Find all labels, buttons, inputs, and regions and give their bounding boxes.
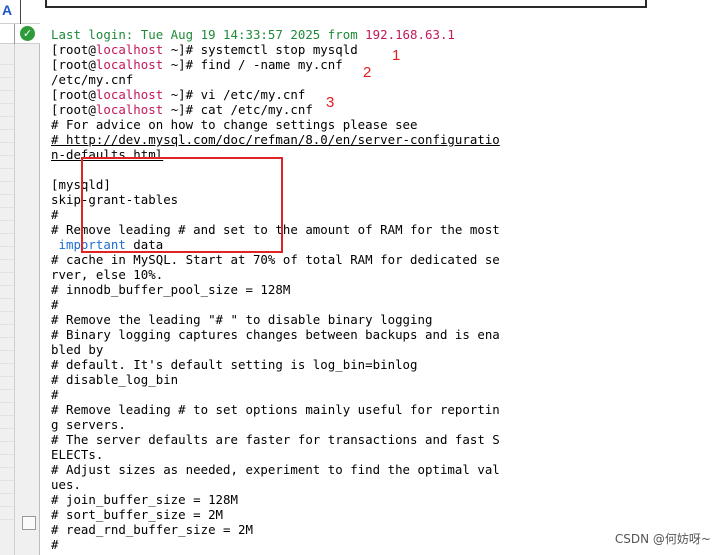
file-line: # Remove the leading "# " to disable bin… bbox=[51, 312, 433, 327]
check-icon[interactable]: ✓ bbox=[20, 26, 35, 41]
side-panel-rows bbox=[0, 52, 14, 520]
annotation-number: 1 bbox=[392, 47, 401, 64]
file-line: # bbox=[51, 297, 59, 312]
divider bbox=[14, 24, 15, 44]
file-line: # innodb_buffer_pool_size = 128M bbox=[51, 282, 291, 297]
highlight-box bbox=[81, 157, 283, 253]
divider bbox=[20, 0, 21, 24]
doc-link[interactable]: # http://dev.mysql.com/doc/refman/8.0/en… bbox=[51, 132, 500, 147]
file-line: # sort_buffer_size = 2M bbox=[51, 507, 224, 522]
terminal-window[interactable]: Last login: Tue Aug 19 14:33:57 2025 fro… bbox=[45, 0, 647, 555]
file-line: # Binary logging captures changes betwee… bbox=[51, 327, 500, 342]
file-line: # bbox=[51, 387, 59, 402]
side-panel-header: A bbox=[0, 0, 40, 24]
command-output-line: /etc/my.cnf bbox=[51, 72, 134, 87]
file-line: ues. bbox=[51, 477, 81, 492]
terminal-output: Last login: Tue Aug 19 14:33:57 2025 fro… bbox=[51, 27, 500, 552]
file-line: rver, else 10%. bbox=[51, 267, 164, 282]
command-line: [root@localhost ~]# systemctl stop mysql… bbox=[51, 42, 358, 57]
command-line: [root@localhost ~]# vi /etc/my.cnf bbox=[51, 87, 306, 102]
divider bbox=[14, 44, 15, 555]
side-panel: A ✓ bbox=[0, 0, 40, 555]
file-line: # Remove leading # to set options mainly… bbox=[51, 402, 500, 417]
file-line: # cache in MySQL. Start at 70% of total … bbox=[51, 252, 500, 267]
file-line: ELECTs. bbox=[51, 447, 104, 462]
annotation-number: 2 bbox=[363, 64, 372, 81]
file-line: # join_buffer_size = 128M bbox=[51, 492, 238, 507]
watermark: CSDN @何妨呀~ bbox=[614, 532, 711, 546]
file-line: # For advice on how to change settings p… bbox=[51, 117, 418, 132]
font-a-icon[interactable]: A bbox=[2, 2, 12, 18]
command-line: [root@localhost ~]# cat /etc/my.cnf bbox=[51, 102, 313, 117]
file-line: # bbox=[51, 537, 59, 552]
annotation-number: 3 bbox=[326, 94, 335, 111]
scroll-box[interactable] bbox=[22, 516, 36, 530]
file-line: # disable_log_bin bbox=[51, 372, 179, 387]
file-line: # The server defaults are faster for tra… bbox=[51, 432, 500, 447]
file-line: # Adjust sizes as needed, experiment to … bbox=[51, 462, 500, 477]
file-line: # read_rnd_buffer_size = 2M bbox=[51, 522, 253, 537]
terminal-top-border bbox=[45, 0, 647, 8]
file-line: g servers. bbox=[51, 417, 126, 432]
file-line: bled by bbox=[51, 342, 104, 357]
command-line: [root@localhost ~]# find / -name my.cnf bbox=[51, 57, 343, 72]
last-login-line: Last login: Tue Aug 19 14:33:57 2025 fro… bbox=[51, 27, 455, 42]
file-line: # default. It's default setting is log_b… bbox=[51, 357, 418, 372]
side-panel-status-row: ✓ bbox=[0, 24, 40, 44]
login-ip: 192.168.63.1 bbox=[365, 27, 455, 42]
